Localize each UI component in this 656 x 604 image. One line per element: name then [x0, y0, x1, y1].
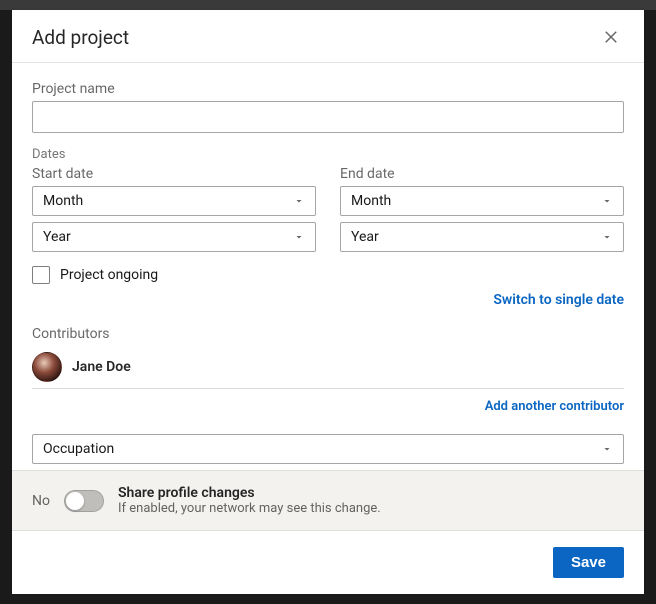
contributors-label: Contributors: [32, 326, 624, 342]
close-icon: [602, 28, 620, 46]
modal-footer: Save: [12, 531, 644, 594]
end-month-value: Month: [351, 193, 391, 209]
close-button[interactable]: [598, 24, 624, 50]
avatar: [32, 352, 62, 382]
end-year-select[interactable]: Year: [340, 222, 624, 252]
end-date-col: End date Month Year: [340, 166, 624, 258]
occupation-select[interactable]: Occupation: [32, 434, 624, 464]
add-contributor-link[interactable]: Add another contributor: [32, 399, 624, 414]
start-month-select[interactable]: Month: [32, 186, 316, 216]
project-name-input[interactable]: [32, 101, 624, 133]
modal-body: Project name Dates Start date Month Year…: [12, 63, 644, 470]
project-ongoing-row: Project ongoing: [32, 266, 624, 284]
start-date-col: Start date Month Year: [32, 166, 316, 258]
share-subtitle: If enabled, your network may see this ch…: [118, 501, 624, 516]
switch-single-date-link[interactable]: Switch to single date: [32, 292, 624, 308]
start-year-value: Year: [43, 229, 71, 245]
chevron-down-icon: [293, 231, 305, 243]
share-toggle-state: No: [32, 493, 50, 509]
chevron-down-icon: [601, 231, 613, 243]
end-month-select[interactable]: Month: [340, 186, 624, 216]
dates-row: Start date Month Year End date Month Yea…: [32, 166, 624, 258]
dates-section-label: Dates: [32, 147, 624, 162]
project-ongoing-label: Project ongoing: [60, 267, 158, 283]
start-month-value: Month: [43, 193, 83, 209]
start-year-select[interactable]: Year: [32, 222, 316, 252]
occupation-value: Occupation: [43, 441, 114, 457]
start-date-label: Start date: [32, 166, 316, 182]
chevron-down-icon: [601, 443, 613, 455]
chevron-down-icon: [293, 195, 305, 207]
share-text: Share profile changes If enabled, your n…: [118, 485, 624, 516]
contributor-name: Jane Doe: [72, 359, 131, 375]
project-name-label: Project name: [32, 81, 624, 97]
end-date-label: End date: [340, 166, 624, 182]
end-year-value: Year: [351, 229, 379, 245]
modal-title: Add project: [32, 26, 129, 49]
add-project-modal: Add project Project name Dates Start dat…: [12, 10, 644, 594]
share-toggle[interactable]: [64, 490, 104, 512]
share-title: Share profile changes: [118, 485, 624, 501]
modal-header: Add project: [12, 10, 644, 63]
project-name-group: Project name: [32, 81, 624, 133]
occupation-group: Occupation: [32, 434, 624, 464]
project-ongoing-checkbox[interactable]: [32, 266, 50, 284]
contributor-row: Jane Doe: [32, 346, 624, 389]
share-profile-bar: No Share profile changes If enabled, you…: [12, 470, 644, 531]
chevron-down-icon: [601, 195, 613, 207]
save-button[interactable]: Save: [553, 547, 624, 578]
